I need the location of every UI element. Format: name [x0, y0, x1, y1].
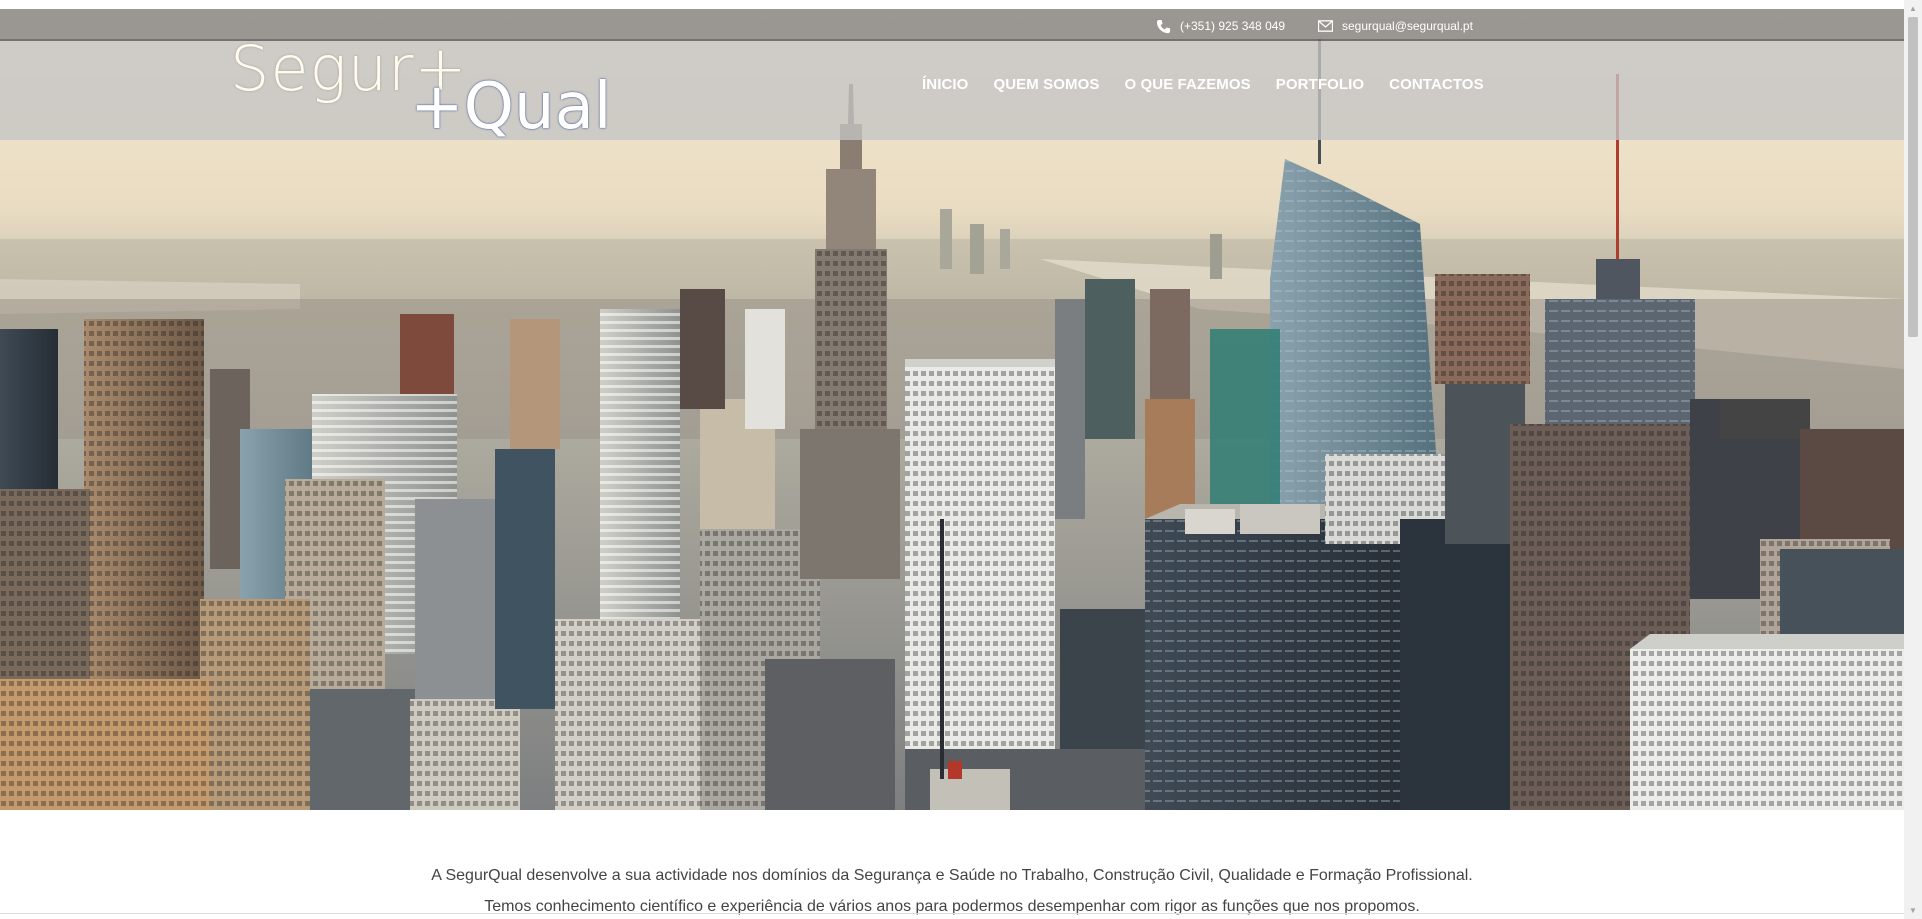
nav-item-portfolio[interactable]: PORTFOLIO [1276, 76, 1364, 93]
phone-icon [1154, 18, 1172, 34]
scroll-down-arrow-icon[interactable]: ▼ [1904, 902, 1922, 919]
contact-email[interactable]: segurqual@segurqual.pt [1316, 18, 1473, 34]
main-nav: ÍNICIO QUEM SOMOS O QUE FAZEMOS PORTFOLI… [922, 76, 1509, 93]
nav-item-contactos[interactable]: CONTACTOS [1389, 76, 1484, 93]
envelope-icon [1316, 18, 1334, 34]
logo[interactable]: Segur+ +Qual [230, 32, 630, 147]
bottom-divider [0, 913, 1904, 914]
page: (+351) 925 348 049 segurqual@segurqual.p… [0, 0, 1922, 919]
logo-qual: +Qual [410, 70, 612, 144]
contact-phone[interactable]: (+351) 925 348 049 [1154, 18, 1285, 34]
scroll-up-arrow-icon[interactable]: ▲ [1904, 0, 1922, 17]
nav-item-o-que-fazemos[interactable]: O QUE FAZEMOS [1124, 76, 1250, 93]
phone-number[interactable]: (+351) 925 348 049 [1180, 19, 1285, 33]
nav-item-inicio[interactable]: ÍNICIO [922, 76, 968, 93]
scroll-thumb[interactable] [1908, 17, 1918, 337]
intro-section: A SegurQual desenvolve a sua actividade … [0, 810, 1904, 919]
browser-top-strip [0, 0, 1904, 9]
intro-text-line-1: A SegurQual desenvolve a sua actividade … [431, 867, 1473, 884]
vertical-scrollbar[interactable]: ▲ ▼ [1904, 0, 1922, 919]
email-address[interactable]: segurqual@segurqual.pt [1342, 19, 1473, 33]
nav-item-quem-somos[interactable]: QUEM SOMOS [993, 76, 1099, 93]
